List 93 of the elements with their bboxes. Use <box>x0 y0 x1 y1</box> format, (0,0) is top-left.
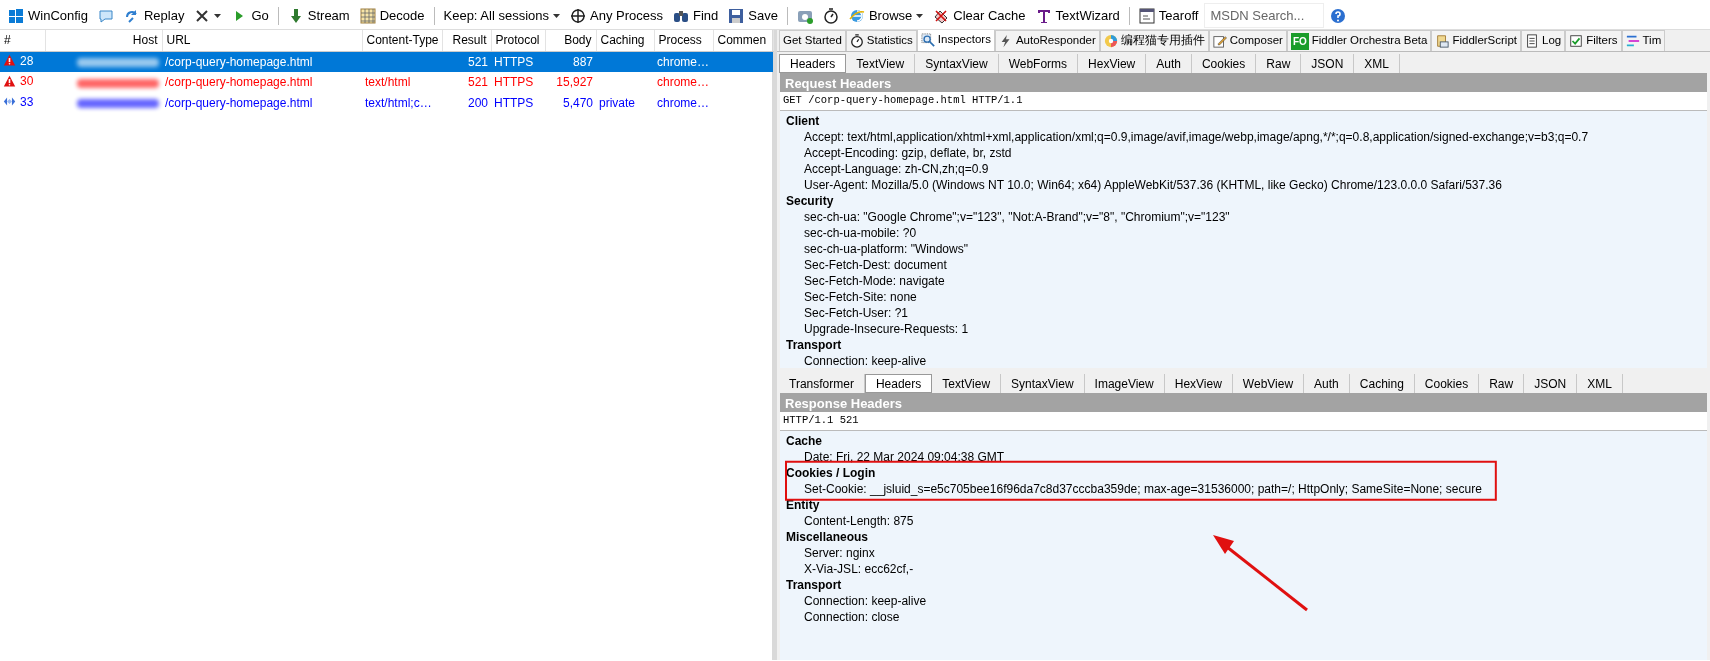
session-cell: 5,470 <box>562 95 593 110</box>
column-header[interactable]: Result <box>442 30 491 51</box>
session-row[interactable]: 30 /corp-query-homepage.html text/html 521 HTTPS 15,927 chrome… <box>0 72 773 93</box>
header-line: Sec-Fetch-User: ?1 <box>804 305 909 320</box>
column-header[interactable]: # <box>0 30 45 51</box>
column-header[interactable]: Caching <box>596 30 654 51</box>
sub-tab[interactable]: Headers <box>864 374 933 393</box>
header-line: sec-ch-ua-platform: "Windows" <box>804 241 968 256</box>
session-cell: HTTPS <box>494 95 534 110</box>
session-cell: 887 <box>572 54 593 69</box>
toolbar-button[interactable]: Go <box>227 3 273 28</box>
toolbar-button[interactable]: Decode <box>355 3 429 28</box>
header-line: sec-ch-ua-mobile: ?0 <box>804 225 917 240</box>
session-cell: chrome… <box>657 95 709 110</box>
panel-title: Response Headers <box>785 396 903 411</box>
tab[interactable]: FO Fiddler Orchestra Beta <box>1286 30 1432 51</box>
toolbar-button[interactable]: Browse <box>844 3 928 28</box>
session-cell: private <box>599 95 636 110</box>
header-line: Date: Fri, 22 Mar 2024 09:04:38 GMT <box>804 449 1005 464</box>
search-field[interactable]: MSDN Search... <box>1204 2 1325 29</box>
session-cell: /corp-query-homepage.html <box>165 54 313 69</box>
header-line: Accept-Language: zh-CN,zh;q=0.9 <box>804 161 989 176</box>
header-line: Accept: text/html,application/xhtml+xml,application/xml;q=0.9,image/avif,image/webp,image/apng,*/*;q=0.8,application/signed-exchange;v=b3;q=0.7 <box>804 129 1589 144</box>
session-row[interactable]: 33 /corp-query-homepage.html text/html;c… 200 HTTPS 5,470 private chrome… <box>0 92 773 113</box>
header-group: Miscellaneous <box>786 529 869 544</box>
header-line: Connection: keep-alive <box>804 593 927 608</box>
toolbar-button[interactable]: Find <box>669 3 723 28</box>
session-cell: text/html;c… <box>365 95 432 110</box>
column-header[interactable]: Content-Type <box>362 30 442 51</box>
session-id: 30 <box>20 73 34 90</box>
header-group: Cookies / Login <box>786 465 876 480</box>
toolbar-button[interactable]: Stream <box>283 3 354 28</box>
column-header[interactable]: URL <box>162 30 362 51</box>
toolbar-button[interactable]: Clear Cache <box>929 3 1030 28</box>
header-line: Connection: close <box>804 609 900 624</box>
column-header[interactable]: Protocol <box>491 30 545 51</box>
session-cell: /corp-query-homepage.html <box>165 95 313 110</box>
header-group: Transport <box>786 577 842 592</box>
toolbar-button[interactable]: WinConfig <box>4 3 92 28</box>
status-line: GET /corp-query-homepage.html HTTP/1.1 <box>783 94 1023 106</box>
tab[interactable]: Composer <box>1208 30 1287 51</box>
header-line: Accept-Encoding: gzip, deflate, br, zstd <box>804 145 1012 160</box>
tab[interactable]: Inspectors <box>916 30 995 51</box>
session-cell: HTTPS <box>494 54 534 69</box>
status-line: HTTP/1.1 521 <box>783 414 859 426</box>
tab[interactable]: Filters <box>1565 30 1622 51</box>
header-line: Upgrade-Insecure-Requests: 1 <box>804 321 969 336</box>
toolbar-button[interactable]: Keep: All sessions <box>439 3 564 28</box>
header-line: Connection: keep-alive <box>804 353 927 368</box>
session-id: 33 <box>20 93 34 111</box>
column-header[interactable]: Process <box>654 30 713 51</box>
session-cell: 200 <box>467 95 488 110</box>
sub-tab[interactable]: Headers <box>779 54 847 73</box>
tab[interactable]: Log <box>1521 30 1566 51</box>
header-line: Set-Cookie: __jsluid_s=e5c705bee16f96da7c8d37cccba359de; max-age=31536000; path=/; HttpOnly; SameSite=None; secure <box>804 481 1482 496</box>
toolbar-button[interactable]: Replay <box>119 3 189 28</box>
session-row[interactable]: 28 /corp-query-homepage.html 521 HTTPS 887 chrome… <box>0 51 773 72</box>
header-line: Content-Length: 875 <box>804 513 914 528</box>
header-line: X-Via-JSL: ecc62cf,- <box>804 561 914 576</box>
column-header[interactable]: Body <box>545 30 596 51</box>
header-line: sec-ch-ua: "Google Chrome";v="123", "Not:A-Brand";v="8", "Chromium";v="123" <box>804 209 1230 224</box>
header-line: Sec-Fetch-Site: none <box>804 289 917 304</box>
session-cell: chrome… <box>657 54 709 69</box>
toolbar-button[interactable]: Any Process <box>566 3 667 28</box>
toolbar-button[interactable]: Tearoff <box>1134 3 1203 28</box>
toolbar-button[interactable]: Save <box>724 3 782 28</box>
header-line: Server: nginx <box>804 545 875 560</box>
toolbar-button[interactable]: TextWizard <box>1031 3 1124 28</box>
header-line: Sec-Fetch-Mode: navigate <box>804 273 945 288</box>
header-group: Security <box>786 193 834 208</box>
header-group: Transport <box>786 337 842 352</box>
session-cell: 521 <box>467 75 488 90</box>
tab[interactable]: 编程猫专用插件 <box>1099 30 1209 51</box>
tab[interactable]: Tim <box>1621 30 1666 51</box>
session-id: 28 <box>20 52 34 70</box>
tab[interactable]: Get Started <box>779 30 846 51</box>
session-cell: 521 <box>467 54 488 69</box>
session-cell: /corp-query-homepage.html <box>165 75 313 90</box>
session-cell: text/html <box>365 75 411 90</box>
header-group: Client <box>786 113 820 128</box>
session-cell: 15,927 <box>556 75 593 90</box>
header-group: Entity <box>786 497 820 512</box>
header-group: Cache <box>786 433 823 448</box>
tab[interactable]: FiddlerScript <box>1431 30 1521 51</box>
header-line: User-Agent: Mozilla/5.0 (Windows NT 10.0; Win64; x64) AppleWebKit/537.36 (KHTML, like Gecko) Chrome/123.0.0.0 Safari/537.36 <box>804 177 1502 192</box>
panel-title: Request Headers <box>785 76 892 91</box>
column-header[interactable]: Commen <box>713 30 773 51</box>
session-cell: HTTPS <box>494 75 534 90</box>
column-header[interactable]: Host <box>45 30 162 51</box>
session-cell: chrome… <box>657 75 709 90</box>
tab[interactable]: AutoResponder <box>994 30 1100 51</box>
tab[interactable]: Statistics <box>845 30 917 51</box>
header-line: Sec-Fetch-Dest: document <box>804 257 947 272</box>
